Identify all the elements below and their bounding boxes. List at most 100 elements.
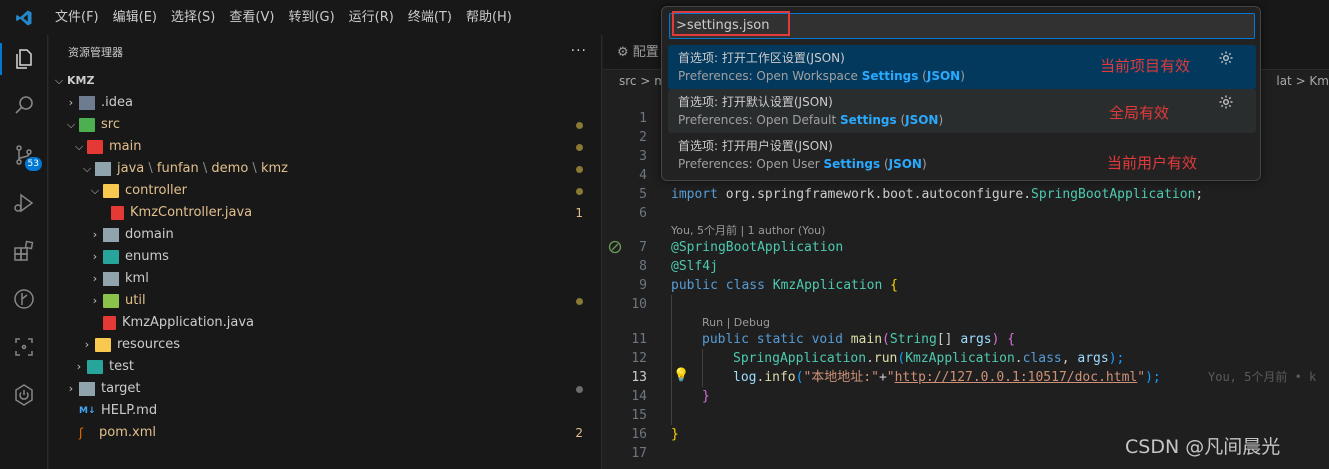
tree-item-main[interactable]: ⌵ main xyxy=(49,136,601,158)
tab-label: 配置 xyxy=(632,45,659,60)
gear-icon[interactable] xyxy=(1218,94,1234,110)
modified-dot xyxy=(576,144,583,151)
controller-folder-icon xyxy=(103,184,119,198)
breadcrumb-right-label: lat > Km xyxy=(1276,74,1329,88)
modified-count: 2 xyxy=(575,426,583,440)
line-number: 14 xyxy=(631,389,647,404)
tree-item-test[interactable]: › test xyxy=(49,356,601,378)
breadcrumb-right[interactable]: lat > Km xyxy=(1276,70,1329,92)
folder-icon xyxy=(103,228,119,242)
tree-item-kmzapplication[interactable]: KmzApplication.java xyxy=(49,312,601,334)
remote-explorer-icon[interactable] xyxy=(8,331,40,363)
chevron-down-icon: ⌵ xyxy=(90,184,100,197)
maven-file-icon: ʃ xyxy=(79,426,84,440)
palette-item-subtitle: Preferences: Open Workspace Settings (JS… xyxy=(678,69,965,83)
tree-item-help-md[interactable]: M↓ HELP.md xyxy=(49,400,601,422)
chevron-right-icon: › xyxy=(84,338,90,351)
target-folder-icon xyxy=(79,382,95,396)
line-number: 16 xyxy=(631,427,647,442)
menu-run[interactable]: 运行(R) xyxy=(342,0,401,35)
tree-item-label: domain xyxy=(125,227,174,242)
palette-item-subtitle: Preferences: Open User Settings (JSON) xyxy=(678,157,927,171)
codelens-blame[interactable]: You, 5个月前 | 1 author (You) xyxy=(671,223,825,239)
palette-item-title: 首选项: 打开用户设置(JSON) xyxy=(678,139,833,153)
line-number: 3 xyxy=(639,149,647,164)
chevron-right-icon: › xyxy=(68,96,74,109)
tree-item-pom-xml[interactable]: ʃ pom.xml 2 xyxy=(49,422,601,444)
activity-bar: 53 xyxy=(0,35,48,469)
tree-item-label: src xyxy=(101,117,120,132)
menu-go[interactable]: 转到(G) xyxy=(281,0,341,35)
indent-guide xyxy=(702,349,703,387)
tree-item-label: main xyxy=(109,139,142,154)
lightbulb-icon[interactable]: 💡 xyxy=(673,368,689,384)
search-icon[interactable] xyxy=(8,89,40,121)
scm-badge: 53 xyxy=(24,157,42,171)
highlight-box xyxy=(672,11,790,36)
explorer-icon[interactable] xyxy=(8,43,40,75)
tree-item-label: controller xyxy=(125,183,188,198)
tree-item-kmzcontroller[interactable]: KmzController.java 1 xyxy=(49,202,601,224)
tree-item-src[interactable]: ⌵ src xyxy=(49,114,601,136)
tab-settings[interactable]: ⚙ 配置 xyxy=(603,35,659,70)
tree-item-label: KmzApplication.java xyxy=(122,315,255,330)
tree-item-domain[interactable]: › domain xyxy=(49,224,601,246)
line-number: 1 xyxy=(639,111,647,126)
spring-bean-gutter-icon[interactable] xyxy=(608,240,622,254)
tree-item-enums[interactable]: › enums xyxy=(49,246,601,268)
line-number-current: 13 xyxy=(631,370,647,385)
run-debug-icon[interactable] xyxy=(8,187,40,219)
chevron-right-icon: › xyxy=(68,382,74,395)
menu-terminal[interactable]: 终端(T) xyxy=(401,0,459,35)
tree-item-label: java \ funfan \ demo \ kmz xyxy=(117,161,288,176)
menu-edit[interactable]: 编辑(E) xyxy=(106,0,164,35)
code-line-class: public class KmzApplication { xyxy=(671,278,898,293)
chevron-down-icon: ⌵ xyxy=(82,162,92,175)
line-number: 4 xyxy=(639,168,647,183)
chevron-down-icon: ⌵ xyxy=(54,74,64,87)
line-number: 5 xyxy=(639,187,647,202)
menu-selection[interactable]: 选择(S) xyxy=(164,0,222,35)
annotation-default: 全局有效 xyxy=(1109,104,1170,122)
indent-guide xyxy=(671,295,672,425)
inline-blame: You, 5个月前 • k xyxy=(1208,370,1317,384)
chevron-right-icon: › xyxy=(92,272,98,285)
tree-item-util[interactable]: › util xyxy=(49,290,601,312)
source-control-icon[interactable]: 53 xyxy=(8,139,42,171)
code-line-close: } xyxy=(702,389,710,404)
tree-item-label: KmzController.java xyxy=(130,205,253,220)
modified-count: 1 xyxy=(575,206,583,220)
spring-boot-dashboard-icon[interactable] xyxy=(8,379,40,411)
test-folder-icon xyxy=(87,360,103,374)
menu-view[interactable]: 查看(V) xyxy=(222,0,281,35)
tree-item-java-package[interactable]: ⌵ java \ funfan \ demo \ kmz xyxy=(49,158,601,180)
active-indicator xyxy=(0,43,2,75)
extensions-icon[interactable] xyxy=(8,235,40,267)
chevron-right-icon: › xyxy=(92,294,98,307)
menu-help[interactable]: 帮助(H) xyxy=(459,0,519,35)
tree-item-label: target xyxy=(101,381,141,396)
tree-item-controller[interactable]: ⌵ controller xyxy=(49,180,601,202)
more-actions-icon[interactable]: ··· xyxy=(571,35,587,70)
code-line-run: SpringApplication.run(KmzApplication.cla… xyxy=(733,351,1125,366)
folder-open-icon xyxy=(95,162,111,176)
git-graph-icon[interactable] xyxy=(8,283,40,315)
explorer-title: 资源管理器 xyxy=(68,46,123,59)
settings-tab-icon: ⚙ xyxy=(617,45,633,60)
codelens-run-debug[interactable]: Run | Debug xyxy=(702,315,770,331)
watermark: CSDN @凡间晨光 xyxy=(1125,436,1281,458)
palette-item-subtitle: Preferences: Open Default Settings (JSON… xyxy=(678,113,944,127)
tree-item-label: HELP.md xyxy=(101,403,158,418)
tree-item-kml[interactable]: › kml xyxy=(49,268,601,290)
gear-icon[interactable] xyxy=(1218,50,1234,66)
chevron-right-icon: › xyxy=(92,250,98,263)
tree-item-idea[interactable]: › .idea xyxy=(49,92,601,114)
util-folder-icon xyxy=(103,294,119,308)
tree-item-target[interactable]: › target xyxy=(49,378,601,400)
java-file-icon xyxy=(111,206,124,220)
line-number: 10 xyxy=(631,297,647,312)
markdown-file-icon: M↓ xyxy=(79,406,96,416)
tree-item-resources[interactable]: › resources xyxy=(49,334,601,356)
root-folder[interactable]: ⌵ KMZ xyxy=(49,70,601,92)
menu-file[interactable]: 文件(F) xyxy=(48,0,106,35)
